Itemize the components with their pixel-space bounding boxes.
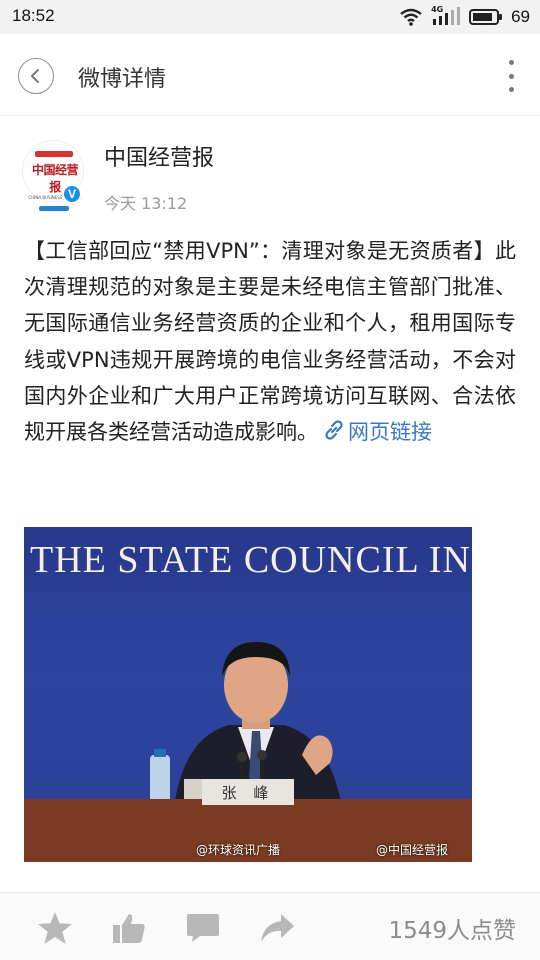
post-body: 【工信部回应“禁用VPN”：清理对象是无资质者】此次清理规范的对象是主要是未经电…: [24, 233, 516, 450]
page-header: 微博详情: [0, 34, 540, 116]
wifi-icon: [400, 8, 422, 26]
post-image[interactable]: THE STATE COUNCIL INFORM 张 峰 @环球资讯广播 @中国…: [24, 527, 472, 862]
link-icon: [325, 420, 343, 440]
more-vertical-icon: [508, 60, 514, 65]
like-count: 1549人点赞: [388, 918, 516, 944]
back-button[interactable]: [18, 58, 54, 94]
web-link[interactable]: 网页链接: [318, 420, 432, 444]
star-icon: [38, 912, 72, 944]
thumbs-up-icon: [113, 914, 145, 943]
author-name[interactable]: 中国经营报: [104, 140, 214, 172]
chevron-left-icon: [31, 69, 39, 83]
bottom-action-bar: 1549人点赞: [0, 892, 540, 960]
share-icon: [261, 914, 294, 942]
image-watermark-left: @环球资讯广播: [196, 843, 281, 857]
image-watermark-right: @中国经营报: [376, 843, 449, 857]
image-nameplate: 张 峰: [202, 779, 294, 805]
battery-level: 69: [511, 7, 530, 26]
comment-button[interactable]: [184, 909, 222, 947]
avatar-decor-bottom: [39, 206, 69, 211]
battery-icon: [469, 9, 503, 25]
more-button[interactable]: [506, 60, 516, 92]
avatar-decor-top: [35, 151, 73, 157]
cellular-signal-icon: 4G: [431, 5, 461, 27]
page-title: 微博详情: [78, 67, 167, 92]
post-timestamp: 今天 13:12: [104, 194, 188, 213]
share-button[interactable]: [258, 909, 296, 947]
status-icons: 4G 69: [399, 5, 530, 28]
more-dot: [508, 87, 514, 92]
web-link-label: 网页链接: [348, 420, 432, 445]
comment-icon: [187, 914, 219, 942]
more-dot: [508, 73, 514, 79]
status-time: 18:52: [12, 6, 55, 25]
verified-badge-icon: V: [62, 184, 82, 204]
status-bar: 18:52 4G 69: [0, 0, 540, 34]
like-button[interactable]: [110, 909, 148, 947]
post-text: 【工信部回应“禁用VPN”：清理对象是无资质者】此次清理规范的对象是主要是未经电…: [24, 239, 516, 445]
favorite-button[interactable]: [36, 909, 74, 947]
